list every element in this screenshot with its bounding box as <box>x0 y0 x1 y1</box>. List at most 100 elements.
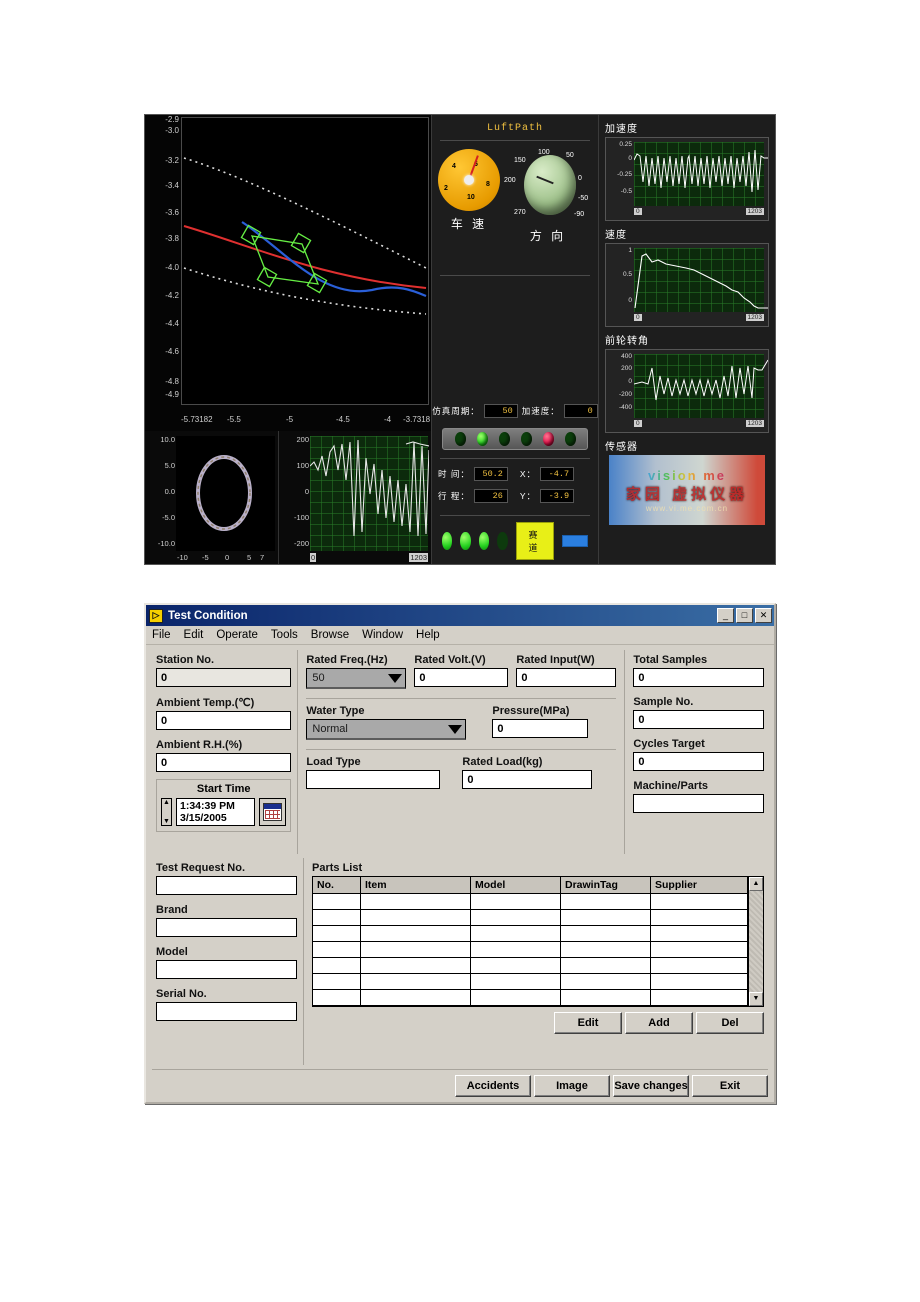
start-time-spinner[interactable]: ▲ ▼ <box>161 798 172 826</box>
cell-no[interactable] <box>313 990 361 1006</box>
pressure-input[interactable]: 0 <box>492 719 589 738</box>
parts-list-scrollbar[interactable]: ▲ ▼ <box>748 877 763 1006</box>
cell-item[interactable] <box>361 910 471 926</box>
save-changes-button[interactable]: Save changes <box>613 1075 689 1097</box>
cell-item[interactable] <box>361 958 471 974</box>
gauge-tick: -90 <box>574 211 585 218</box>
total-samples-input[interactable]: 0 <box>633 668 764 687</box>
cell-drawintag[interactable] <box>561 990 651 1006</box>
column-header-drawintag[interactable]: DrawinTag <box>561 877 651 894</box>
table-row[interactable] <box>313 926 748 942</box>
menu-item-window[interactable]: Window <box>362 629 403 641</box>
status-led <box>498 432 510 446</box>
menu-item-help[interactable]: Help <box>416 629 440 641</box>
cell-model[interactable] <box>471 958 561 974</box>
cell-no[interactable] <box>313 974 361 990</box>
table-row[interactable] <box>313 990 748 1006</box>
scroll-down-icon[interactable]: ▼ <box>749 992 763 1006</box>
exit-button[interactable]: Exit <box>692 1075 768 1097</box>
cell-no[interactable] <box>313 910 361 926</box>
cell-drawintag[interactable] <box>561 974 651 990</box>
cell-no[interactable] <box>313 942 361 958</box>
cell-supplier[interactable] <box>651 974 748 990</box>
calendar-button[interactable] <box>259 798 287 826</box>
scrollbar-track[interactable] <box>749 891 763 992</box>
sample-no-input[interactable]: 0 <box>633 710 764 729</box>
cell-supplier[interactable] <box>651 990 748 1006</box>
cell-model[interactable] <box>471 894 561 910</box>
water-type-select[interactable]: Normal <box>306 719 467 740</box>
table-row[interactable] <box>313 910 748 926</box>
cell-model[interactable] <box>471 942 561 958</box>
cell-supplier[interactable] <box>651 910 748 926</box>
cell-item[interactable] <box>361 942 471 958</box>
panel-bottom-plots: 10.0 5.0 0.0 -5.0 -10.0 -10 -5 0 5 7 200… <box>145 431 431 564</box>
cell-model[interactable] <box>471 926 561 942</box>
ambient-temp-input[interactable]: 0 <box>156 711 292 730</box>
column-header-supplier[interactable]: Supplier <box>651 877 748 894</box>
table-row[interactable] <box>313 974 748 990</box>
menu-item-tools[interactable]: Tools <box>271 629 298 641</box>
test-request-input[interactable] <box>156 876 297 895</box>
add-button[interactable]: Add <box>625 1012 693 1034</box>
cell-supplier[interactable] <box>651 926 748 942</box>
dialog-titlebar[interactable]: ▷ Test Condition _ □ ✕ <box>146 605 774 626</box>
cell-model[interactable] <box>471 990 561 1006</box>
cell-supplier[interactable] <box>651 942 748 958</box>
cell-model[interactable] <box>471 910 561 926</box>
track-button[interactable]: 赛道 <box>515 522 554 560</box>
image-button[interactable]: Image <box>534 1075 610 1097</box>
cell-item[interactable] <box>361 990 471 1006</box>
start-time-input[interactable]: 1:34:39 PM 3/15/2005 <box>176 798 256 826</box>
cell-drawintag[interactable] <box>561 958 651 974</box>
rated-volt-input[interactable]: 0 <box>414 668 509 687</box>
cell-drawintag[interactable] <box>561 926 651 942</box>
close-button[interactable]: ✕ <box>755 608 772 623</box>
model-input[interactable] <box>156 960 297 979</box>
cell-no[interactable] <box>313 894 361 910</box>
cell-drawintag[interactable] <box>561 910 651 926</box>
column-header-model[interactable]: Model <box>471 877 561 894</box>
spin-down-icon[interactable]: ▼ <box>162 818 171 825</box>
brand-input[interactable] <box>156 918 297 937</box>
cycles-target-input[interactable]: 0 <box>633 752 764 771</box>
cell-item[interactable] <box>361 974 471 990</box>
cell-model[interactable] <box>471 974 561 990</box>
table-row[interactable] <box>313 894 748 910</box>
table-row[interactable] <box>313 942 748 958</box>
del-button[interactable]: Del <box>696 1012 764 1034</box>
scroll-up-icon[interactable]: ▲ <box>749 877 763 891</box>
chart-canvas <box>634 248 768 312</box>
column-header-no[interactable]: No. <box>313 877 361 894</box>
rated-input-input[interactable]: 0 <box>516 668 617 687</box>
menu-item-browse[interactable]: Browse <box>311 629 349 641</box>
cell-drawintag[interactable] <box>561 894 651 910</box>
cell-no[interactable] <box>313 958 361 974</box>
rated-freq-select[interactable]: 50 <box>306 668 407 689</box>
menu-item-file[interactable]: File <box>152 629 171 641</box>
machine-parts-input[interactable] <box>633 794 764 813</box>
cell-item[interactable] <box>361 894 471 910</box>
status-led <box>454 432 466 446</box>
cell-supplier[interactable] <box>651 894 748 910</box>
secondary-button[interactable] <box>561 535 588 547</box>
serial-no-input[interactable] <box>156 1002 297 1021</box>
cell-drawintag[interactable] <box>561 942 651 958</box>
divider <box>306 749 617 750</box>
cell-no[interactable] <box>313 926 361 942</box>
spin-up-icon[interactable]: ▲ <box>162 799 171 806</box>
column-header-item[interactable]: Item <box>361 877 471 894</box>
minimize-button[interactable]: _ <box>717 608 734 623</box>
maximize-button[interactable]: □ <box>736 608 753 623</box>
table-row[interactable] <box>313 958 748 974</box>
load-type-input[interactable] <box>306 770 441 789</box>
cell-supplier[interactable] <box>651 958 748 974</box>
menu-item-edit[interactable]: Edit <box>184 629 204 641</box>
cell-item[interactable] <box>361 926 471 942</box>
menu-item-operate[interactable]: Operate <box>216 629 258 641</box>
station-no-input[interactable]: 0 <box>156 668 292 687</box>
accidents-button[interactable]: Accidents <box>455 1075 531 1097</box>
rated-load-input[interactable]: 0 <box>462 770 593 789</box>
ambient-rh-input[interactable]: 0 <box>156 753 292 772</box>
edit-button[interactable]: Edit <box>554 1012 622 1034</box>
